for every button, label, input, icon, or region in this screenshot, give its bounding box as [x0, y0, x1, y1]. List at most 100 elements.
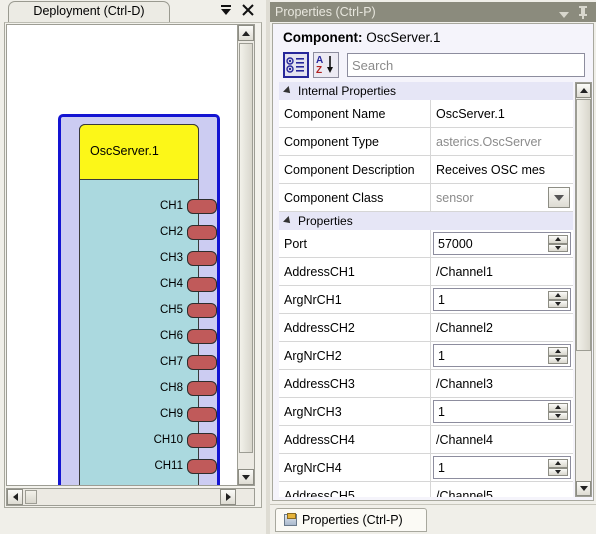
component-port-connector[interactable]	[187, 302, 217, 318]
property-value[interactable]: /Channel1	[431, 258, 573, 285]
spinner-control[interactable]	[548, 235, 568, 252]
spinner-down-button[interactable]	[548, 243, 568, 252]
spinner-up-button[interactable]	[548, 403, 568, 412]
spinner-up-button[interactable]	[548, 347, 568, 356]
property-value[interactable]: 57000	[431, 230, 573, 257]
property-value-input[interactable]: 57000	[433, 232, 571, 255]
sort-alphabetical-icon[interactable]: A Z	[313, 52, 339, 78]
property-value[interactable]: /Channel2	[431, 314, 573, 341]
property-value[interactable]: /Channel5	[431, 482, 573, 498]
properties-table[interactable]: Internal Properties Component Name OscServ…	[279, 82, 573, 497]
tab-properties[interactable]: Properties (Ctrl-P)	[275, 508, 427, 532]
pin-icon[interactable]	[577, 5, 589, 22]
property-value[interactable]: Receives OSC mes	[431, 156, 573, 183]
component-port[interactable]: CH2	[160, 224, 217, 240]
component-port[interactable]: CH9	[160, 406, 217, 422]
component-port-connector[interactable]	[187, 250, 217, 266]
component-port-connector[interactable]	[187, 276, 217, 292]
property-row[interactable]: Component Description Receives OSC mes	[279, 156, 573, 184]
scroll-up-button[interactable]	[576, 83, 591, 98]
property-row[interactable]: AddressCH4/Channel4	[279, 426, 573, 454]
property-value-input[interactable]: 1	[433, 288, 571, 311]
deployment-vertical-scrollbar[interactable]	[237, 24, 255, 486]
property-value[interactable]: 1	[431, 342, 573, 369]
component-port-connector[interactable]	[187, 328, 217, 344]
component-port[interactable]: CH11	[154, 458, 217, 474]
property-value[interactable]: /Channel3	[431, 370, 573, 397]
property-row[interactable]: Component Type asterics.OscServer	[279, 128, 573, 156]
component-port[interactable]: CH10	[154, 432, 217, 448]
spinner-down-button[interactable]	[548, 299, 568, 308]
component-port-connector[interactable]	[187, 432, 217, 448]
scroll-thumb-horizontal[interactable]	[25, 490, 37, 504]
property-value-input[interactable]: 1	[433, 400, 571, 423]
triangle-expand-icon[interactable]	[283, 216, 293, 226]
property-value[interactable]: asterics.OscServer	[431, 128, 573, 155]
component-port-connector[interactable]	[187, 484, 217, 485]
component-selection-frame[interactable]: OscServer.1 CH1 CH2 CH3 CH4 CH5 CH6 CH7 CH8 CH9 C…	[58, 114, 220, 485]
property-row[interactable]: Component Class sensor	[279, 184, 573, 212]
component-port-connector[interactable]	[187, 198, 217, 214]
component-port[interactable]: CH8	[160, 380, 217, 396]
scroll-down-button[interactable]	[576, 481, 591, 496]
spinner-control[interactable]	[548, 291, 568, 308]
scroll-thumb[interactable]	[576, 99, 591, 351]
scroll-thumb[interactable]	[239, 43, 253, 453]
property-row[interactable]: AddressCH3/Channel3	[279, 370, 573, 398]
property-row[interactable]: AddressCH5/Channel5	[279, 482, 573, 497]
properties-section-header[interactable]: Internal Properties	[279, 82, 573, 100]
spinner-down-button[interactable]	[548, 467, 568, 476]
property-value[interactable]: sensor	[431, 184, 573, 211]
component-port-connector[interactable]	[187, 380, 217, 396]
scroll-up-button[interactable]	[238, 25, 254, 41]
property-value[interactable]: 1	[431, 454, 573, 481]
chevron-down-icon[interactable]	[548, 187, 570, 208]
deployment-canvas[interactable]: OscServer.1 CH1 CH2 CH3 CH4 CH5 CH6 CH7 CH8 CH9 C…	[6, 24, 238, 486]
component-port[interactable]: CH7	[160, 354, 217, 370]
property-row[interactable]: AddressCH1/Channel1	[279, 258, 573, 286]
component-port-connector[interactable]	[187, 406, 217, 422]
component-oscserver[interactable]: OscServer.1 CH1 CH2 CH3 CH4 CH5 CH6 CH7 CH8 CH9 C…	[79, 124, 217, 485]
property-row[interactable]: AddressCH2/Channel2	[279, 314, 573, 342]
component-port[interactable]: CH3	[160, 250, 217, 266]
property-row[interactable]: ArgNrCH3 1	[279, 398, 573, 426]
spinner-down-button[interactable]	[548, 411, 568, 420]
component-port-connector[interactable]	[187, 224, 217, 240]
property-value-input[interactable]: 1	[433, 344, 571, 367]
component-port-connector[interactable]	[187, 458, 217, 474]
spinner-up-button[interactable]	[548, 459, 568, 468]
spinner-control[interactable]	[548, 347, 568, 364]
chevron-down-bar-icon[interactable]	[218, 2, 234, 18]
properties-section-header[interactable]: Properties	[279, 212, 573, 230]
scroll-right-button[interactable]	[220, 489, 236, 505]
property-row[interactable]: ArgNrCH2 1	[279, 342, 573, 370]
component-port[interactable]: CH1	[160, 198, 217, 214]
property-row[interactable]: Port 57000	[279, 230, 573, 258]
close-icon[interactable]	[240, 2, 256, 18]
spinner-control[interactable]	[548, 459, 568, 476]
scroll-down-button[interactable]	[238, 469, 254, 485]
triangle-expand-icon[interactable]	[283, 86, 293, 96]
property-value[interactable]: 1	[431, 286, 573, 313]
property-value[interactable]: 1	[431, 398, 573, 425]
spinner-up-button[interactable]	[548, 291, 568, 300]
spinner-up-button[interactable]	[548, 235, 568, 244]
property-value[interactable]: /Channel4	[431, 426, 573, 453]
scroll-left-button[interactable]	[7, 489, 23, 505]
component-port[interactable]: CH6	[160, 328, 217, 344]
component-port[interactable]: CH5	[160, 302, 217, 318]
search-input[interactable]	[347, 53, 585, 77]
property-value[interactable]: OscServer.1	[431, 100, 573, 127]
property-row[interactable]: ArgNrCH1 1	[279, 286, 573, 314]
categorized-view-icon[interactable]	[283, 52, 309, 78]
component-port[interactable]: CH4	[160, 276, 217, 292]
deployment-horizontal-scrollbar[interactable]	[6, 488, 255, 506]
property-row[interactable]: ArgNrCH4 1	[279, 454, 573, 482]
property-row[interactable]: Component Name OscServer.1	[279, 100, 573, 128]
component-port[interactable]: CH12	[154, 484, 217, 485]
property-value-input[interactable]: 1	[433, 456, 571, 479]
properties-vertical-scrollbar[interactable]	[575, 82, 592, 497]
spinner-control[interactable]	[548, 403, 568, 420]
component-port-connector[interactable]	[187, 354, 217, 370]
tab-deployment[interactable]: Deployment (Ctrl-D)	[8, 1, 170, 22]
